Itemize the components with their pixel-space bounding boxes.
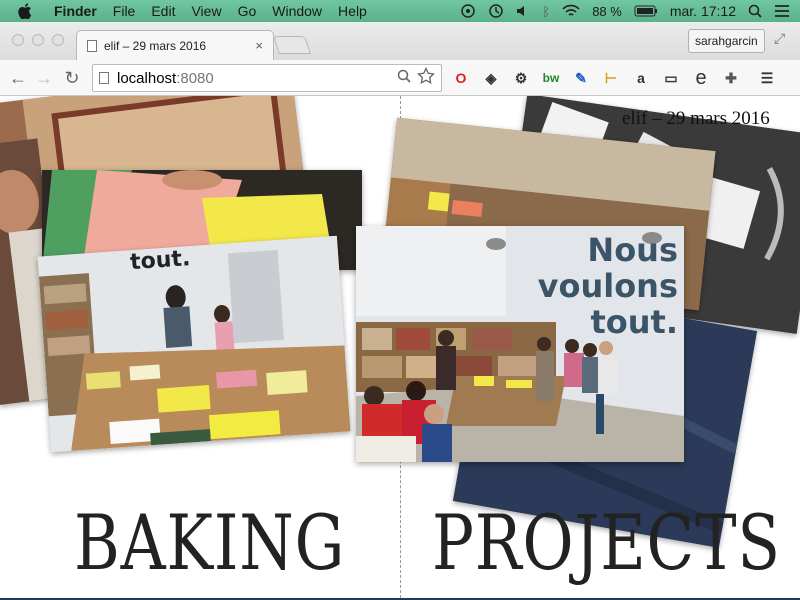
- bluetooth-icon[interactable]: ᛒ: [542, 4, 550, 19]
- ext-cast-icon[interactable]: ▭: [660, 67, 682, 89]
- wall-sign-line-2: voulons: [537, 267, 678, 305]
- battery-percent[interactable]: 88 %: [592, 4, 622, 19]
- menubar-clock[interactable]: mar. 17:12: [670, 3, 736, 19]
- document-title: elif – 29 mars 2016: [622, 108, 770, 129]
- page-info-icon[interactable]: [99, 72, 109, 84]
- ext-puzzle-icon[interactable]: ✚: [720, 67, 742, 89]
- menu-edit[interactable]: Edit: [151, 0, 175, 22]
- back-button[interactable]: ←: [8, 68, 28, 88]
- spotlight-search-icon[interactable]: [748, 4, 762, 18]
- ext-evernote-icon[interactable]: ◈: [480, 67, 502, 89]
- wall-sign: Nous voulons tout.: [528, 232, 678, 340]
- left-wall-sign: tout.: [129, 246, 192, 276]
- wall-sign-line-1: Nous: [587, 231, 678, 269]
- menu-go[interactable]: Go: [238, 0, 257, 22]
- battery-icon[interactable]: [634, 5, 658, 17]
- browser-window: elif – 29 mars 2016 × sarahgarcin ⤢ ← → …: [0, 22, 800, 598]
- notification-center-icon[interactable]: [774, 4, 790, 18]
- tab-close-icon[interactable]: ×: [255, 38, 263, 53]
- ext-e-icon[interactable]: e: [690, 67, 712, 89]
- photo-table-left: tout.: [37, 235, 351, 453]
- shield-status-icon[interactable]: [460, 3, 476, 19]
- bookmark-star-icon[interactable]: [417, 66, 435, 89]
- page-favicon-icon: [87, 39, 97, 52]
- chrome-menu-icon[interactable]: ☰: [756, 67, 778, 89]
- address-bar[interactable]: localhost :8080: [92, 64, 442, 92]
- ext-ruler-icon[interactable]: ⊢: [600, 67, 622, 89]
- zoom-icon[interactable]: [397, 69, 411, 87]
- ext-eyedropper-icon[interactable]: ✎: [570, 67, 592, 89]
- baking-heading: BAKING: [74, 498, 346, 587]
- time-machine-icon[interactable]: [488, 3, 504, 19]
- new-tab-button[interactable]: [273, 36, 311, 54]
- tab-active[interactable]: elif – 29 mars 2016 ×: [76, 30, 274, 60]
- ext-settings-icon[interactable]: ⚙: [510, 67, 532, 89]
- menu-help[interactable]: Help: [338, 0, 367, 22]
- tab-title: elif – 29 mars 2016: [104, 38, 207, 53]
- forward-button[interactable]: →: [34, 68, 54, 88]
- browser-toolbar: ← → ↻ localhost :8080 O ◈ ⚙ bw ✎ ⊢ a ▭ e…: [0, 60, 800, 96]
- menu-file[interactable]: File: [113, 0, 136, 22]
- url-host: localhost: [117, 69, 177, 87]
- macos-menubar: Finder File Edit View Go Window Help ᛒ 8…: [0, 0, 800, 22]
- photo-nous-voulons-tout: Nous voulons tout.: [356, 226, 684, 462]
- ext-bw-icon[interactable]: bw: [540, 67, 562, 89]
- apple-menu-icon[interactable]: [18, 3, 38, 19]
- menu-window[interactable]: Window: [272, 0, 322, 22]
- page-viewport: tout. elif – 29 mars 2016 Nous voulons t…: [0, 96, 800, 598]
- url-port: :8080: [176, 69, 214, 87]
- wifi-icon[interactable]: [562, 4, 580, 18]
- volume-icon[interactable]: [516, 4, 530, 18]
- ext-opera-icon[interactable]: O: [450, 67, 472, 89]
- tab-strip: elif – 29 mars 2016 × sarahgarcin ⤢: [0, 22, 800, 60]
- close-window-button[interactable]: [12, 34, 24, 46]
- profile-button[interactable]: sarahgarcin: [688, 29, 765, 53]
- wall-sign-line-3: tout.: [590, 303, 678, 341]
- zoom-window-button[interactable]: [52, 34, 64, 46]
- fullscreen-icon[interactable]: ⤢: [774, 30, 792, 48]
- ext-amazon-icon[interactable]: a: [630, 67, 652, 89]
- extensions-bar: O ◈ ⚙ bw ✎ ⊢ a ▭ e ✚ ☰: [450, 66, 786, 90]
- projects-heading: PROJECTS: [432, 498, 781, 587]
- menu-app-name[interactable]: Finder: [54, 0, 97, 22]
- minimize-window-button[interactable]: [32, 34, 44, 46]
- menu-view[interactable]: View: [191, 0, 221, 22]
- reload-button[interactable]: ↻: [62, 68, 82, 88]
